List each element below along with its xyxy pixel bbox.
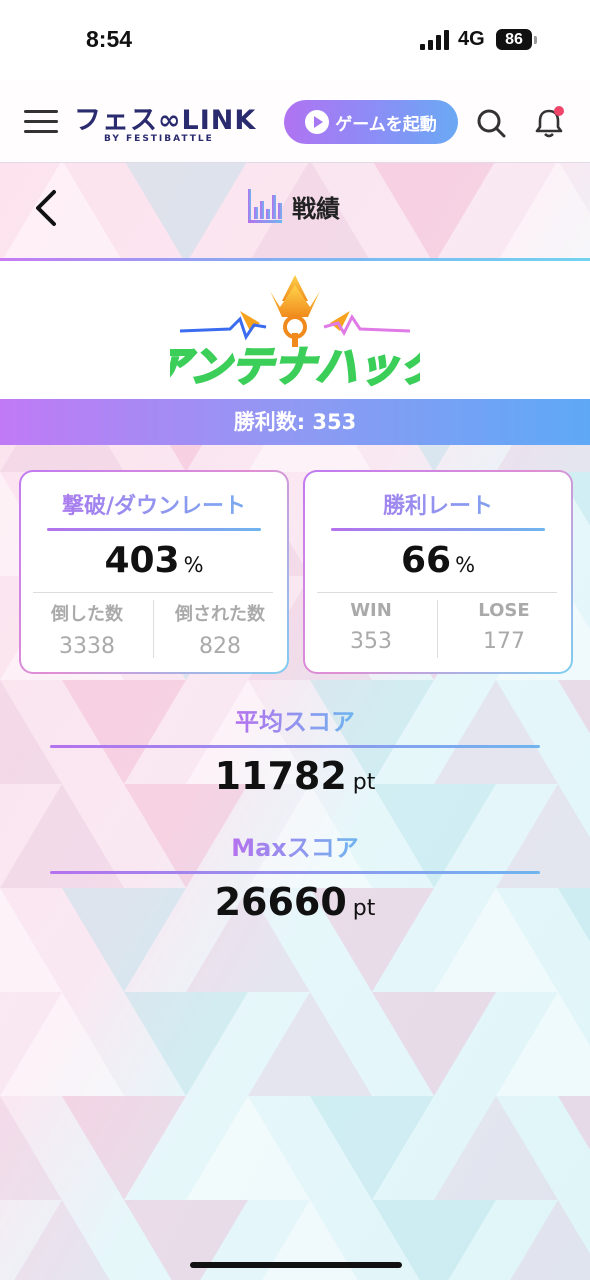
logo-subtitle: BY FESTIBATTLE (104, 134, 214, 144)
search-icon[interactable] (476, 108, 506, 138)
average-score-underline (50, 745, 540, 748)
kd-rate-value: 403% (104, 540, 204, 581)
background-triangle (372, 1200, 496, 1280)
background-triangle (124, 1200, 248, 1280)
deaths-label: 倒された数 (175, 604, 265, 625)
background-triangle (496, 1200, 590, 1280)
hamburger-menu-icon[interactable] (24, 108, 58, 136)
background-triangle (558, 1096, 590, 1200)
background-triangle (558, 888, 590, 992)
max-score-section: Maxスコア 26660 pt (50, 828, 540, 924)
background-triangle (496, 992, 590, 1096)
logo-text: フェス∞LINK (74, 105, 257, 136)
home-indicator[interactable] (190, 1262, 402, 1268)
max-score-label: Maxスコア (231, 828, 359, 863)
background-triangle (372, 992, 496, 1096)
status-bar: 8:54 4G 86 (0, 0, 590, 80)
wins-count-bar: 勝利数: 353 (0, 399, 590, 445)
battery-tip (534, 36, 537, 44)
game-logo-panel: アンテナハック (0, 261, 590, 399)
game-logo-image: アンテナハック (170, 275, 420, 392)
lose-stat: LOSE 177 (438, 600, 570, 654)
background-triangle (558, 680, 590, 784)
background-triangle (0, 1096, 62, 1200)
win-rate-value: 66% (400, 540, 476, 581)
page-title-text: 戦績 (292, 194, 340, 223)
lose-label: LOSE (478, 600, 530, 621)
average-score-label: 平均スコア (235, 702, 355, 737)
background-triangle (0, 992, 124, 1096)
game-logo-text: アンテナハック (170, 342, 420, 391)
background-triangle (310, 1096, 434, 1200)
kills-stat: 倒した数 3338 (21, 600, 153, 659)
kd-rate-card: 撃破/ダウンレート 403% 倒した数 3338 倒された数 828 (19, 470, 289, 674)
average-score-section: 平均スコア 11782 pt (50, 702, 540, 798)
kills-value: 3338 (59, 634, 115, 659)
status-time: 8:54 (86, 26, 133, 52)
average-score-value: 11782 pt (214, 754, 376, 798)
win-stat: WIN 353 (305, 600, 437, 654)
signal-icon (420, 30, 449, 50)
kills-label: 倒した数 (51, 604, 123, 625)
deaths-stat: 倒された数 828 (154, 600, 286, 659)
win-rate-underline (331, 528, 545, 531)
launch-game-label: ゲームを起動 (335, 114, 437, 135)
kd-rate-title: 撃破/ダウンレート (21, 488, 287, 520)
background-triangle (124, 992, 248, 1096)
max-score-value: 26660 pt (214, 880, 376, 924)
kd-rate-underline (47, 528, 261, 531)
background-triangle (434, 1096, 558, 1200)
card-divider (317, 592, 557, 593)
card-divider (33, 592, 273, 593)
max-score-underline (50, 871, 540, 874)
background-triangle (0, 1200, 124, 1280)
background-triangle (248, 1200, 372, 1280)
win-value: 353 (350, 629, 392, 654)
network-type: 4G (458, 28, 485, 50)
launch-game-button[interactable]: ゲームを起動 (284, 100, 458, 144)
battery-icon: 86 (496, 29, 532, 50)
win-label: WIN (350, 600, 392, 621)
background-triangle (248, 992, 372, 1096)
page-title: 戦績 (246, 186, 340, 226)
page-title-bar: 戦績 (0, 162, 590, 260)
background-triangle (62, 1096, 186, 1200)
stats-chart-icon (248, 189, 282, 223)
background-triangle (186, 1096, 310, 1200)
deaths-value: 828 (199, 634, 241, 659)
win-rate-title: 勝利レート (305, 488, 571, 520)
play-icon (305, 110, 330, 134)
app-header: フェス∞LINK BY FESTIBATTLE ゲームを起動 (0, 80, 590, 163)
app-logo[interactable]: フェス∞LINK BY FESTIBATTLE (74, 98, 257, 148)
win-rate-card: 勝利レート 66% WIN 353 LOSE 177 (303, 470, 573, 674)
notification-bell-icon[interactable] (534, 106, 564, 138)
back-arrow-icon[interactable] (30, 188, 64, 228)
lose-value: 177 (483, 629, 525, 654)
